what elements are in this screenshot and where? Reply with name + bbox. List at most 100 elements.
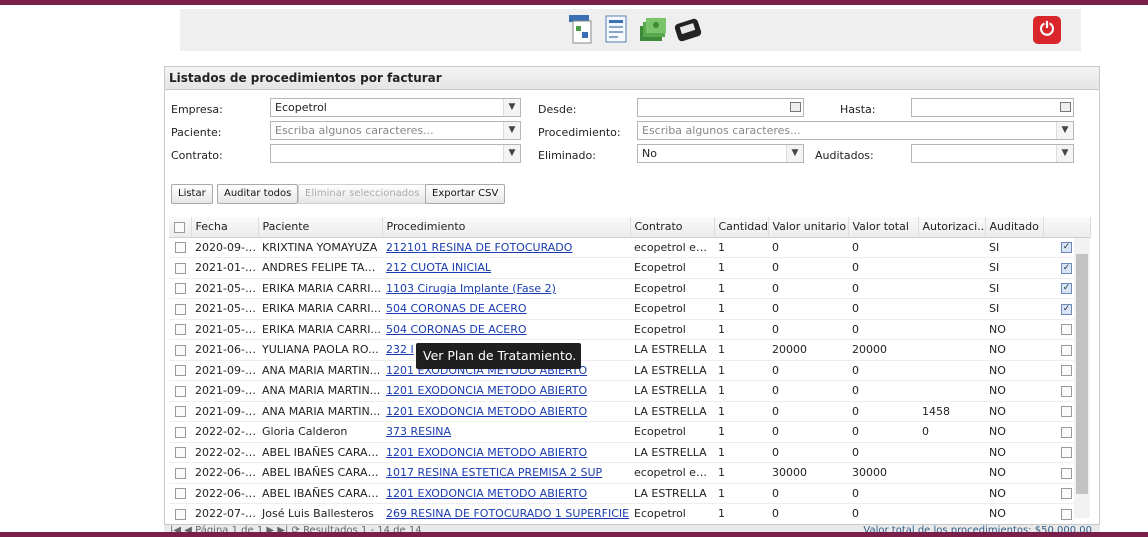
cell-contrato: LA ESTRELLA (630, 339, 714, 361)
col-header-procedimiento[interactable]: Procedimiento (382, 217, 631, 238)
chevron-down-icon[interactable]: ▼ (786, 145, 803, 162)
procedure-link[interactable]: 1201 EXODONCIA METODO ABIERTO (386, 446, 587, 459)
table-row[interactable]: 2021-09-13 ANA MARIA MARTIN... 1201 EXODON… (169, 401, 1090, 422)
table-row[interactable]: 2022-02-23 ABEL IBAÑES CARAB... 1201 EXODO… (169, 442, 1090, 463)
row-select-checkbox[interactable] (169, 483, 191, 504)
power-icon[interactable]: ⏻ (1033, 16, 1061, 44)
empresa-select[interactable]: Ecopetrol ▼ (270, 98, 521, 117)
table-row[interactable]: 2021-09-02 ANA MARIA MARTIN... 1201 EXODON… (169, 380, 1090, 402)
row-select-checkbox[interactable] (169, 257, 191, 279)
contrato-select[interactable]: ▼ (270, 144, 521, 163)
col-header-autorizacion[interactable]: Autorizaci... (918, 217, 986, 238)
procedure-link[interactable]: 504 CORONAS DE ACERO (386, 323, 527, 336)
col-header-cantidad[interactable]: Cantidad (714, 217, 769, 238)
table-row[interactable]: 2022-07-05 José Luis Ballesteros 269 RESIN… (169, 503, 1090, 525)
row-select-checkbox[interactable] (169, 401, 191, 422)
hasta-date-input[interactable] (911, 98, 1074, 117)
procedure-link[interactable]: 232 I (386, 343, 414, 356)
cell-auditado: NO (985, 421, 1043, 443)
scrollbar-thumb[interactable] (1076, 254, 1088, 494)
table-row[interactable]: 2021-01-31 ANDRES FELIPE TAB... 212 CUOTA … (169, 257, 1090, 279)
cell-unitario: 0 (768, 319, 848, 340)
exportar-csv-button[interactable]: Exportar CSV (425, 184, 506, 204)
table-row[interactable]: 2020-09-21 KRIXTINA YOMAYUZA 212101 RESINA… (169, 237, 1090, 258)
row-select-checkbox[interactable] (169, 503, 191, 525)
cell-unitario: 0 (768, 298, 848, 320)
procedure-link[interactable]: 212 CUOTA INICIAL (386, 261, 491, 274)
cell-contrato: Ecopetrol (630, 503, 714, 525)
col-header-valor-total[interactable]: Valor total (848, 217, 919, 238)
procedure-link[interactable]: 269 RESINA DE FOTOCURADO 1 SUPERFICIE (386, 507, 629, 520)
eliminar-seleccionados-button[interactable]: Eliminar seleccionados (298, 184, 427, 204)
row-select-checkbox[interactable] (169, 339, 191, 361)
row-select-checkbox[interactable] (169, 237, 191, 258)
procedure-link[interactable]: 1201 EXODONCIA METODO ABIERTO (386, 405, 587, 418)
procedure-link[interactable]: 212101 RESINA DE FOTOCURADO (386, 241, 572, 254)
listar-button[interactable]: Listar (171, 184, 213, 204)
table-header-row: Fecha Paciente Procedimiento Contrato Ca… (169, 217, 1091, 238)
col-header-valor-unitario[interactable]: Valor unitario (768, 217, 849, 238)
auditados-select[interactable]: ▼ (911, 144, 1074, 163)
chevron-down-icon[interactable]: ▼ (1056, 122, 1073, 139)
col-header-contrato[interactable]: Contrato (630, 217, 715, 238)
chevron-down-icon[interactable]: ▼ (503, 122, 520, 139)
row-select-checkbox[interactable] (169, 298, 191, 320)
cell-procedimiento: 1017 RESINA ESTETICA PREMISA 2 SUP (382, 462, 630, 484)
cell-paciente: ABEL IBAÑES CARAB... (258, 483, 382, 504)
eliminado-select[interactable]: No ▼ (637, 144, 804, 163)
chevron-down-icon[interactable]: ▼ (503, 145, 520, 162)
cell-auditado: NO (985, 360, 1043, 381)
cell-unitario: 20000 (768, 339, 848, 361)
cell-cantidad: 1 (714, 483, 768, 504)
cell-unitario: 0 (768, 360, 848, 381)
table-row[interactable]: 2021-06-08 YULIANA PAOLA RO... 232 I LA EST… (169, 339, 1090, 361)
col-header-auditado[interactable]: Auditado (985, 217, 1044, 238)
cell-cantidad: 1 (714, 462, 768, 484)
table-scrollbar[interactable] (1074, 238, 1090, 518)
desde-date-input[interactable] (637, 98, 804, 117)
table-row[interactable]: 2021-09-02 ANA MARIA MARTIN... 1201 EXODON… (169, 360, 1090, 381)
table-row[interactable]: 2022-06-24 ABEL IBAÑES CARAB... 1201 EXODO… (169, 483, 1090, 504)
procedure-link[interactable]: 1201 EXODONCIA METODO ABIERTO (386, 384, 587, 397)
table-row[interactable]: 2021-05-22 ERIKA MARIA CARRI... 1103 Cirug… (169, 278, 1090, 299)
cell-cantidad: 1 (714, 503, 768, 525)
cell-paciente: Gloria Calderon (258, 421, 382, 443)
paciente-select[interactable]: Escriba algunos caracteres... ▼ (270, 121, 521, 140)
table-row[interactable]: 2022-02-23 Gloria Calderon 373 RESINA Ecope… (169, 421, 1090, 443)
rips-icon[interactable] (567, 13, 597, 45)
procedimiento-select[interactable]: Escriba algunos caracteres... ▼ (637, 121, 1074, 140)
procedure-link[interactable]: 504 CORONAS DE ACERO (386, 302, 527, 315)
procedure-link[interactable]: 1201 EXODONCIA METODO ABIERTO (386, 487, 587, 500)
calendar-icon[interactable] (790, 102, 801, 112)
chevron-down-icon[interactable]: ▼ (1056, 145, 1073, 162)
card-icon[interactable] (673, 13, 703, 45)
select-all-checkbox[interactable] (169, 217, 192, 238)
procedimiento-label: Procedimiento: (538, 126, 621, 139)
row-select-checkbox[interactable] (169, 380, 191, 402)
row-select-checkbox[interactable] (169, 319, 191, 340)
table-row[interactable]: 2021-05-22 ERIKA MARIA CARRI... 504 CORONA… (169, 298, 1090, 320)
cell-contrato: Ecopetrol (630, 278, 714, 299)
col-header-fecha[interactable]: Fecha (191, 217, 259, 238)
table-row[interactable]: 2021-05-22 ERIKA MARIA CARRI... 504 CORONA… (169, 319, 1090, 340)
cell-procedimiento: 212101 RESINA DE FOTOCURADO (382, 237, 630, 258)
row-select-checkbox[interactable] (169, 442, 191, 463)
cell-paciente: ANA MARIA MARTIN... (258, 380, 382, 402)
row-select-checkbox[interactable] (169, 421, 191, 443)
procedure-link[interactable]: 373 RESINA (386, 425, 451, 438)
row-select-checkbox[interactable] (169, 360, 191, 381)
calendar-icon[interactable] (1060, 102, 1071, 112)
procedure-link[interactable]: 1103 Cirugia Implante (Fase 2) (386, 282, 556, 295)
row-select-checkbox[interactable] (169, 462, 191, 484)
auditar-todos-button[interactable]: Auditar todos (217, 184, 299, 204)
money-icon[interactable] (638, 13, 668, 45)
cell-contrato: ecopetrol em... (630, 237, 714, 258)
cell-total: 0 (848, 380, 918, 402)
col-header-paciente[interactable]: Paciente (258, 217, 383, 238)
cell-auditado: NO (985, 401, 1043, 422)
procedure-link[interactable]: 1017 RESINA ESTETICA PREMISA 2 SUP (386, 466, 602, 479)
chevron-down-icon[interactable]: ▼ (503, 99, 520, 116)
row-select-checkbox[interactable] (169, 278, 191, 299)
table-row[interactable]: 2022-06-23 ABEL IBAÑES CARAB... 1017 RESIN… (169, 462, 1090, 484)
invoice-icon[interactable] (602, 13, 632, 45)
